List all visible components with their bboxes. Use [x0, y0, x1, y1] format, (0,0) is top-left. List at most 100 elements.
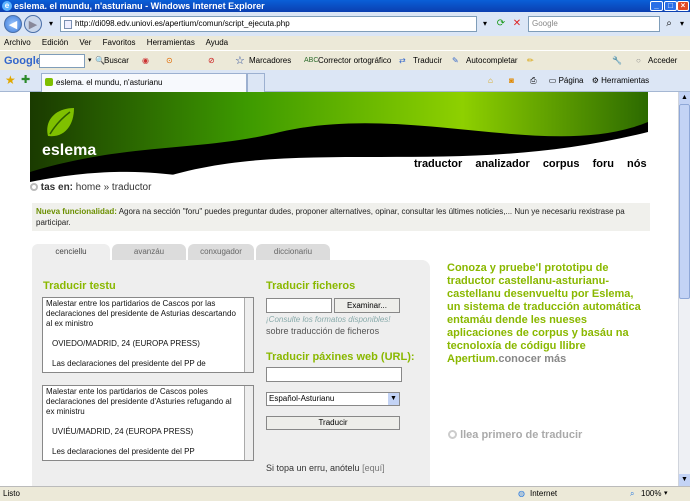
menu-bar: Archivo Edición Ver Favoritos Herramient…	[0, 36, 690, 50]
first-translate-text[interactable]: llea primero de traducir	[460, 429, 582, 441]
notice-text: Agora na sección "foru" puedes preguntar…	[36, 207, 625, 227]
google-toolbar: Google ▾ 🔍 Buscar ◉ ⊙ ⊘ ☆ Marcadores ABC…	[0, 50, 690, 70]
stop-icon[interactable]: ✕	[510, 16, 524, 32]
zoom-dropdown-icon[interactable]: ▾	[664, 487, 668, 501]
popup-blocker-icon[interactable]: ⊘	[208, 51, 215, 71]
site-favicon	[45, 78, 53, 86]
wrench-icon[interactable]: 🔧	[612, 51, 622, 71]
search-icon[interactable]: ⌕	[662, 16, 676, 32]
menu-herramientas[interactable]: Herramientas	[147, 38, 195, 47]
zone-text: Internet	[530, 489, 558, 498]
marcadores-icon: ☆	[235, 55, 245, 67]
language-select-value: Español-Asturianu	[269, 394, 335, 403]
source-scrollbar[interactable]	[244, 298, 253, 372]
menu-ver[interactable]: Ver	[79, 38, 91, 47]
vertical-scrollbar[interactable]: ▲ ▼	[678, 92, 690, 486]
ie-icon: e	[2, 1, 12, 11]
notice-banner: Nueva funcionalidad: Agora na sección "f…	[32, 203, 650, 231]
google-search-input[interactable]	[39, 54, 85, 68]
marcadores-button[interactable]: Marcadores	[249, 51, 291, 71]
tab-cenciellu[interactable]: cenciellu	[32, 244, 110, 260]
google-search-dropdown-icon[interactable]: ▾	[88, 51, 92, 71]
tab-conxugador[interactable]: conxugador	[188, 244, 254, 260]
translator-form: Traducir testu Malestar entre los partid…	[32, 260, 430, 486]
new-tab-button[interactable]	[247, 73, 265, 92]
breadcrumb-path[interactable]: home » traductor	[76, 182, 152, 193]
nav-corpus[interactable]: corpus	[543, 158, 580, 170]
autocompletar-icon: ✎	[452, 56, 459, 65]
traducir-testu-heading: Traducir testu	[43, 280, 116, 292]
status-bar: Listo ◍ Internet ⌕ 100% ▾	[0, 486, 690, 501]
search-input[interactable]: Google	[528, 16, 660, 32]
history-dropdown-icon[interactable]: ▾	[44, 16, 58, 32]
target-line: Les declaraciones del presidente del PP	[52, 447, 195, 456]
search-placeholder: Google	[532, 19, 558, 28]
nav-analizador[interactable]: analizador	[475, 158, 529, 170]
nav-nos[interactable]: nós	[627, 158, 647, 170]
scroll-thumb[interactable]	[679, 104, 690, 299]
tab-diccionariu[interactable]: diccionariu	[256, 244, 330, 260]
toolbar-g-icon[interactable]: ⊙	[166, 51, 173, 71]
conocer-mas-link[interactable]: conocer más	[498, 353, 566, 365]
address-dropdown-icon[interactable]: ▾	[478, 16, 492, 32]
notice-label: Nueva funcionalidad:	[36, 207, 117, 216]
url-input[interactable]	[266, 367, 402, 382]
corrector-button[interactable]: Corrector ortográfico	[318, 51, 391, 71]
menu-edicion[interactable]: Edición	[42, 38, 68, 47]
eslema-logo[interactable]: eslema	[42, 142, 96, 160]
add-favorites-icon[interactable]: ✚	[21, 73, 30, 86]
target-scrollbar[interactable]	[244, 386, 253, 460]
minimize-button[interactable]: _	[650, 1, 663, 11]
print-icon[interactable]: ⎙	[530, 76, 536, 85]
refresh-icon[interactable]: ⟳	[494, 16, 508, 32]
page-icon: ▭	[548, 76, 557, 85]
error-note: Si topa un erru, anótelu [equí]	[266, 463, 385, 473]
search-options-icon[interactable]: ▾	[675, 16, 689, 32]
buscar-button[interactable]: Buscar	[104, 51, 129, 71]
web-page: eslema traductor analizador corpus foru …	[0, 92, 678, 486]
tab-title: eslema. el mundu, n'asturianu	[56, 78, 163, 87]
back-icon[interactable]: ◀	[4, 15, 22, 33]
herramientas-menu[interactable]: Herramientas	[601, 76, 649, 85]
zoom-level[interactable]: 100%	[641, 487, 661, 501]
scroll-down-icon[interactable]: ▼	[679, 474, 690, 486]
close-button[interactable]: ×	[677, 1, 689, 11]
file-input[interactable]	[266, 298, 332, 313]
target-textarea[interactable]: Malestar ente los partidarios de Cascos …	[42, 385, 254, 461]
toolbar-extra-icon[interactable]: ◉	[142, 51, 149, 71]
error-link[interactable]: [equí]	[362, 463, 385, 473]
formats-link[interactable]: ¡Consulte los formatos disponibles!	[266, 315, 391, 324]
address-input[interactable]: http://di098.edv.uniovi.es/apertium/comu…	[60, 16, 477, 32]
pagina-menu[interactable]: Página	[559, 76, 584, 85]
feeds-icon[interactable]: ◙	[509, 76, 514, 85]
files-about-text: sobre traducción de ficheros	[266, 326, 380, 336]
autocompletar-button[interactable]: Autocompletar	[466, 51, 518, 71]
zoom-icon: ⌕	[630, 489, 635, 498]
favorites-star-icon[interactable]: ★	[5, 73, 16, 87]
source-textarea[interactable]: Malestar entre los partidarios de Cascos…	[42, 297, 254, 373]
menu-archivo[interactable]: Archivo	[4, 38, 31, 47]
forward-icon[interactable]: ▶	[24, 15, 42, 33]
scroll-up-icon[interactable]: ▲	[679, 92, 690, 104]
menu-ayuda[interactable]: Ayuda	[206, 38, 229, 47]
menu-favoritos[interactable]: Favoritos	[103, 38, 136, 47]
browser-tab[interactable]: eslema. el mundu, n'asturianu	[41, 73, 247, 92]
source-line: Malestar entre los partidarios de Cascos…	[46, 299, 236, 328]
examinar-button[interactable]: Examinar...	[334, 298, 400, 313]
address-toolbar: ◀ ▶ ▾ http://di098.edv.uniovi.es/apertiu…	[0, 12, 690, 36]
language-select[interactable]: Español-Asturianu ▼	[266, 392, 400, 406]
maximize-button[interactable]: □	[664, 1, 677, 11]
nav-traductor[interactable]: traductor	[414, 158, 462, 170]
acceder-button[interactable]: Acceder	[648, 51, 677, 71]
bullet-icon	[30, 183, 38, 191]
target-line: UVIÉU/MADRID, 24 (EUROPA PRESS)	[52, 427, 194, 436]
page-icon	[64, 20, 72, 29]
tab-avanzau[interactable]: avanzáu	[112, 244, 186, 260]
traducir-button[interactable]: Traducir	[266, 416, 400, 430]
pencil-icon[interactable]: ✏	[527, 51, 534, 71]
home-icon[interactable]: ⌂	[488, 76, 493, 85]
breadcrumb-prefix: tas en:	[40, 182, 74, 193]
traducir-toolbar-button[interactable]: Traducir	[413, 51, 442, 71]
address-text: http://di098.edv.uniovi.es/apertium/comu…	[75, 19, 290, 28]
nav-foru[interactable]: foru	[593, 158, 614, 170]
